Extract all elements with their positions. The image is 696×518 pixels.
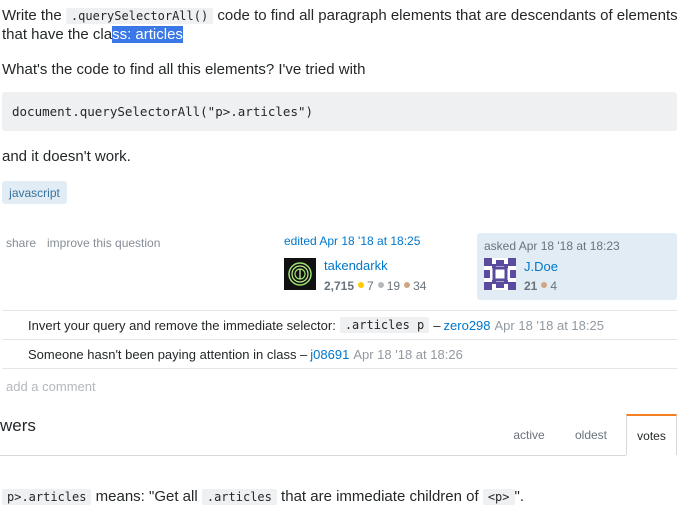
add-comment-link[interactable]: add a comment bbox=[6, 379, 96, 394]
inline-code: p>.articles bbox=[2, 489, 92, 505]
question-line-1: Write the .querySelectorAll() code to fi… bbox=[2, 6, 692, 26]
asked-timestamp[interactable]: asked Apr 18 '18 at 18:23 bbox=[484, 239, 620, 253]
tabs-divider bbox=[0, 455, 626, 456]
bronze-badge-icon bbox=[404, 282, 411, 289]
answer-text: that are immediate children of bbox=[276, 488, 483, 505]
owner-signature: asked Apr 18 '18 at 18:23 J.Doe 21 4 bbox=[477, 233, 677, 300]
code-block: document.querySelectorAll("p>.articles") bbox=[2, 92, 677, 131]
divider bbox=[2, 368, 677, 369]
comment-user-link[interactable]: zero298 bbox=[444, 318, 491, 333]
comment: Invert your query and remove the immedia… bbox=[2, 310, 677, 339]
question-line-3: What's the code to find all this element… bbox=[2, 61, 366, 78]
avatar[interactable] bbox=[284, 258, 316, 290]
inline-code: .articles bbox=[201, 489, 277, 505]
comment-date[interactable]: Apr 18 '18 at 18:25 bbox=[495, 318, 604, 333]
tab-active[interactable]: active bbox=[500, 416, 558, 454]
edited-timestamp[interactable]: edited Apr 18 '18 at 18:25 bbox=[284, 234, 464, 248]
gold-badge-icon bbox=[358, 282, 365, 289]
tab-votes[interactable]: votes bbox=[626, 414, 677, 455]
answers-count-heading: wers bbox=[0, 416, 36, 435]
comment-user-link[interactable]: j08691 bbox=[310, 347, 349, 362]
inline-code: .querySelectorAll() bbox=[65, 8, 214, 24]
bronze-badge-icon bbox=[541, 282, 548, 289]
inline-code: .articles p bbox=[339, 317, 430, 333]
editor-name-link[interactable]: takendarkk bbox=[324, 258, 388, 273]
fingerprint-avatar-icon bbox=[288, 262, 312, 286]
editor-reputation: 2,715 7 19 34 bbox=[324, 277, 426, 295]
tab-oldest[interactable]: oldest bbox=[562, 416, 620, 454]
selected-text: ss: articles bbox=[112, 26, 183, 43]
question-text: code to find all paragraph elements that… bbox=[213, 7, 678, 24]
avatar[interactable] bbox=[484, 258, 516, 290]
comment-text: Someone hasn't been paying attention in … bbox=[28, 346, 308, 362]
question-text: that have the cla bbox=[2, 26, 113, 43]
share-link[interactable]: share bbox=[6, 236, 36, 250]
question-line-4: and it doesn't work. bbox=[2, 148, 131, 165]
editor-signature: edited Apr 18 '18 at 18:25 takendarkk 2,… bbox=[284, 234, 464, 294]
answer-text: means: "Get all bbox=[91, 488, 202, 505]
reputation-score: 2,715 bbox=[324, 279, 355, 293]
owner-name-link[interactable]: J.Doe bbox=[524, 259, 558, 274]
improve-question-link[interactable]: improve this question bbox=[47, 236, 160, 250]
answer-text: ". bbox=[514, 488, 525, 505]
comment-date[interactable]: Apr 18 '18 at 18:26 bbox=[353, 347, 462, 362]
reputation-score: 21 bbox=[524, 279, 538, 293]
bronze-badge-count: 34 bbox=[413, 279, 427, 293]
identicon-avatar-icon bbox=[484, 258, 516, 290]
comment-separator: – bbox=[433, 317, 441, 333]
comment: Someone hasn't been paying attention in … bbox=[2, 339, 677, 368]
answer-line: p>.articles means: "Get all .articles th… bbox=[2, 487, 524, 507]
owner-reputation: 21 4 bbox=[524, 277, 557, 295]
comment-text: Invert your query and remove the immedia… bbox=[28, 317, 336, 333]
silver-badge-count: 19 bbox=[386, 279, 401, 293]
gold-badge-count: 7 bbox=[367, 279, 374, 293]
tag-javascript[interactable]: javascript bbox=[2, 181, 67, 204]
question-text: Write the bbox=[2, 7, 66, 24]
inline-code: <p> bbox=[482, 489, 515, 505]
silver-badge-icon bbox=[377, 282, 384, 289]
bronze-badge-count: 4 bbox=[550, 279, 558, 293]
question-line-2: that have the class: articles bbox=[2, 25, 183, 44]
